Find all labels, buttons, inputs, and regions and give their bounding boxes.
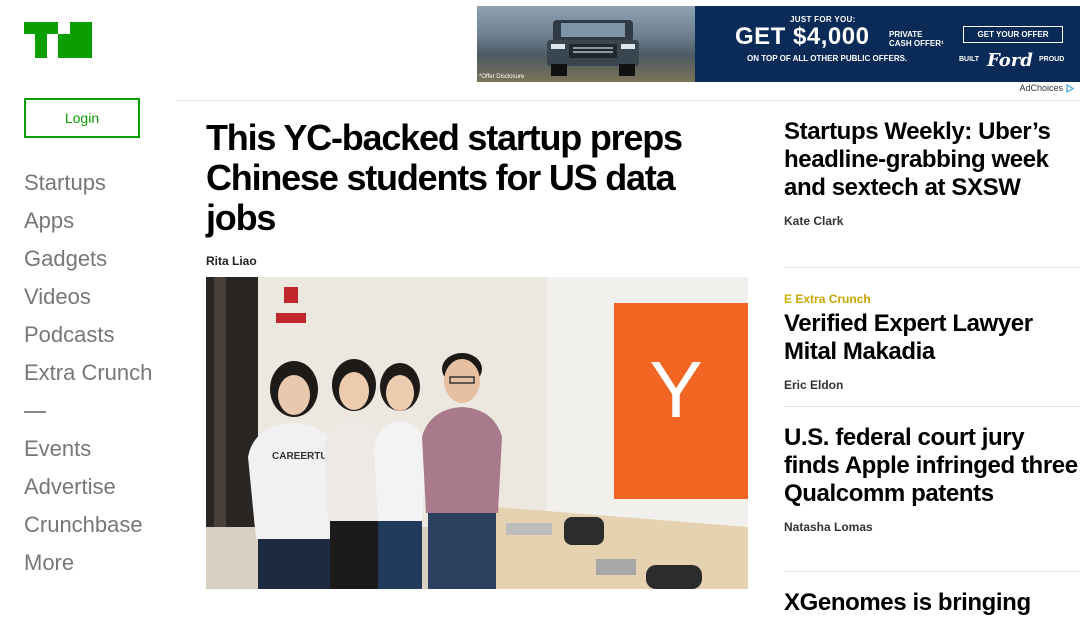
sidebar-nav: Startups Apps Gadgets Videos Podcasts Ex… [24, 168, 152, 586]
main-story-author[interactable]: Rita Liao [206, 254, 257, 268]
sidebar-item-videos[interactable]: Videos [24, 282, 152, 320]
side-story-2[interactable]: E Extra Crunch Verified Expert Lawyer Mi… [784, 292, 1080, 392]
side-story-author[interactable]: Kate Clark [784, 214, 1080, 228]
extra-crunch-text: Extra Crunch [795, 292, 871, 306]
office-photo: Y CAREERTU [206, 277, 748, 589]
adchoices-link[interactable]: AdChoices [1019, 83, 1074, 93]
adchoices-label: AdChoices [1019, 83, 1063, 93]
main-story-title[interactable]: This YC-backed startup preps Chinese stu… [206, 118, 736, 238]
sidebar-item-extra-crunch[interactable]: Extra Crunch [24, 358, 152, 396]
login-button[interactable]: Login [24, 98, 140, 138]
side-story-title[interactable]: Startups Weekly: Uber’s headline-grabbin… [784, 118, 1080, 202]
extra-crunch-icon: E [784, 292, 793, 306]
side-story-4[interactable]: XGenomes is bringing [784, 589, 1080, 617]
main-story-photo[interactable]: Y CAREERTU [206, 277, 748, 589]
adchoices-icon [1066, 83, 1074, 93]
ad-proud: PROUD [1039, 56, 1065, 63]
sidebar-item-events[interactable]: Events [24, 434, 152, 472]
extra-crunch-label[interactable]: E Extra Crunch [784, 292, 1080, 306]
ford-logo: Ford [987, 50, 1033, 71]
sidebar-item-startups[interactable]: Startups [24, 168, 152, 206]
side-story-author[interactable]: Eric Eldon [784, 378, 1080, 392]
person-3 [374, 363, 426, 589]
side-story-divider [784, 406, 1080, 407]
side-story-divider [784, 267, 1080, 268]
ad-photo: *Offer Disclosure [477, 6, 695, 82]
shirt-logo: CAREERTU [272, 451, 328, 462]
side-story-author[interactable]: Natasha Lomas [784, 520, 1080, 534]
side-story-title[interactable]: U.S. federal court jury finds Apple infr… [784, 424, 1080, 508]
ad-subline: ON TOP OF ALL OTHER PUBLIC OFFERS. [747, 54, 908, 63]
sidebar-divider [24, 396, 152, 434]
sidebar-item-podcasts[interactable]: Podcasts [24, 320, 152, 358]
ad-private-offer: PRIVATE CASH OFFER¹ [889, 30, 944, 48]
sidebar-item-crunchbase[interactable]: Crunchbase [24, 510, 152, 548]
sidebar-item-advertise[interactable]: Advertise [24, 472, 152, 510]
side-story-title[interactable]: XGenomes is bringing [784, 589, 1080, 617]
header-divider [176, 100, 1080, 101]
ad-disclosure[interactable]: *Offer Disclosure [479, 74, 524, 80]
side-story-title[interactable]: Verified Expert Lawyer Mital Makadia [784, 310, 1080, 366]
techcrunch-logo[interactable] [24, 22, 92, 58]
side-story-1[interactable]: Startups Weekly: Uber’s headline-grabbin… [784, 118, 1080, 228]
sidebar-item-apps[interactable]: Apps [24, 206, 152, 244]
ad-private-line1: PRIVATE [889, 30, 923, 39]
ad-headline: GET $4,000 [735, 23, 870, 50]
ad-built: BUILT [959, 56, 980, 63]
sidebar-item-more[interactable]: More [24, 548, 152, 586]
side-story-3[interactable]: U.S. federal court jury finds Apple infr… [784, 424, 1080, 534]
truck-icon [547, 20, 639, 76]
side-story-divider [784, 571, 1080, 572]
sidebar-item-gadgets[interactable]: Gadgets [24, 244, 152, 282]
ad-get-offer-button[interactable]: GET YOUR OFFER [963, 26, 1063, 43]
ad-private-line2: CASH OFFER¹ [889, 39, 944, 48]
ad-banner[interactable]: *Offer Disclosure JUST FOR YOU: GET $4,0… [477, 6, 1080, 82]
yc-sign-letter: Y [649, 345, 702, 434]
